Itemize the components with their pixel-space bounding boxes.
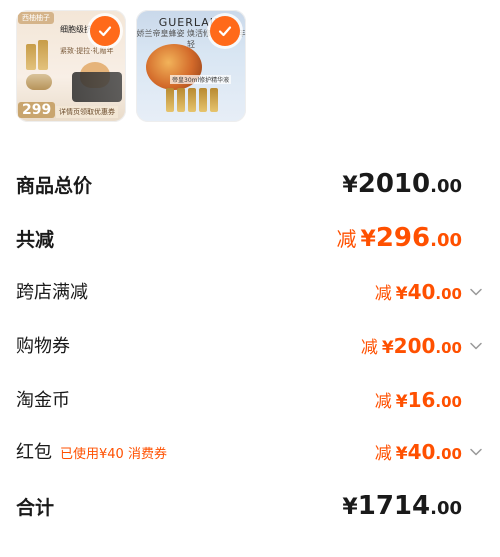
amount-integer: 2010 (357, 169, 431, 199)
cross-store-amount: 减 ¥40.00 (375, 279, 484, 304)
currency-symbol: ¥ (360, 227, 376, 252)
discount-total-label: 共减 (16, 228, 55, 251)
currency-symbol: ¥ (395, 443, 408, 464)
taojinbi-row: 淘金币 减 ¥16.00 (16, 382, 484, 416)
amount-decimal: .00 (435, 338, 462, 357)
cross-store-label: 跨店满减 (16, 282, 88, 303)
discount-prefix: 减 (336, 227, 357, 251)
subtotal-row: 商品总价 ¥2010.00 (16, 166, 484, 202)
amount-integer: 296 (375, 223, 431, 253)
discount-total-row: 共减 减 ¥296.00 (16, 220, 484, 256)
amount-integer: 40 (407, 439, 436, 464)
check-circle-icon[interactable] (210, 16, 240, 46)
red-packet-title: 红包 (16, 442, 52, 463)
product-caption: 帝皇30ml修护精华液 (170, 75, 232, 84)
subtotal-amount: ¥2010.00 (342, 169, 484, 199)
red-packet-note: 已使用¥40 消费券 (60, 447, 167, 462)
selected-items-thumbnails: 西柚柚子 细胞级抗皱 紧致·提拉·礼赠年 299 详情页领取优惠券 GUERLA… (16, 10, 256, 122)
store-tag: 西柚柚子 (18, 12, 54, 24)
total-label: 合计 (16, 496, 55, 519)
shopping-voucher-label: 购物券 (16, 336, 70, 357)
amount-integer: 16 (407, 387, 436, 412)
amount-decimal: .00 (435, 284, 462, 303)
amount-decimal: .00 (435, 444, 462, 463)
chevron-down-icon[interactable] (468, 338, 484, 354)
taojinbi-amount: 减 ¥16.00 (375, 387, 484, 412)
discount-prefix: 减 (374, 391, 392, 412)
product-ampoules-image (166, 88, 218, 112)
chevron-down-icon[interactable] (468, 444, 484, 460)
currency-symbol: ¥ (395, 391, 408, 412)
cross-store-discount-row[interactable]: 跨店满减 减 ¥40.00 (16, 274, 484, 308)
red-packet-amount: 减 ¥40.00 (375, 439, 484, 464)
shopping-voucher-amount: 减 ¥200.00 (361, 333, 484, 358)
currency-symbol: ¥ (395, 283, 408, 304)
product-thumbnail-1[interactable]: 西柚柚子 细胞级抗皱 紧致·提拉·礼赠年 299 详情页领取优惠券 (16, 10, 126, 122)
product-price-badge: 299 (18, 102, 56, 118)
discount-prefix: 减 (374, 283, 392, 304)
product-thumbnail-2[interactable]: GUERLAIN 娇兰帝皇蜂姿 焕活修护 紧致年轻 帝皇30ml修护精华液 (136, 10, 246, 122)
subtotal-label: 商品总价 (16, 174, 93, 197)
amount-integer: 200 (393, 333, 436, 358)
discount-prefix: 减 (360, 337, 378, 358)
amount-decimal: .00 (430, 176, 462, 197)
amount-decimal: .00 (430, 230, 462, 251)
product-model-photo (72, 72, 122, 102)
red-packet-row[interactable]: 红包 已使用¥40 消费券 减 ¥40.00 (16, 434, 484, 468)
currency-symbol: ¥ (342, 173, 358, 198)
amount-decimal: .00 (430, 498, 462, 519)
discount-prefix: 减 (374, 443, 392, 464)
product-subline: 紧致·提拉·礼赠年 (60, 47, 114, 55)
discount-total-amount: 减 ¥296.00 (337, 223, 484, 253)
total-row: 合计 ¥1714.00 (16, 488, 484, 524)
taojinbi-label: 淘金币 (16, 390, 70, 411)
amount-integer: 40 (407, 279, 436, 304)
product-jar-image (26, 74, 52, 90)
product-promo-strip: 详情页领取优惠券 (56, 106, 118, 118)
currency-symbol: ¥ (342, 495, 358, 520)
shopping-voucher-row[interactable]: 购物券 减 ¥200.00 (16, 328, 484, 362)
chevron-down-icon[interactable] (468, 284, 484, 300)
total-amount: ¥1714.00 (342, 491, 484, 521)
amount-decimal: .00 (435, 392, 462, 411)
product-bottle-image (38, 40, 48, 70)
check-circle-icon[interactable] (90, 16, 120, 46)
currency-symbol: ¥ (381, 337, 394, 358)
amount-integer: 1714 (357, 491, 431, 521)
product-bottle-image (26, 44, 36, 70)
red-packet-label: 红包 已使用¥40 消费券 (16, 438, 167, 464)
